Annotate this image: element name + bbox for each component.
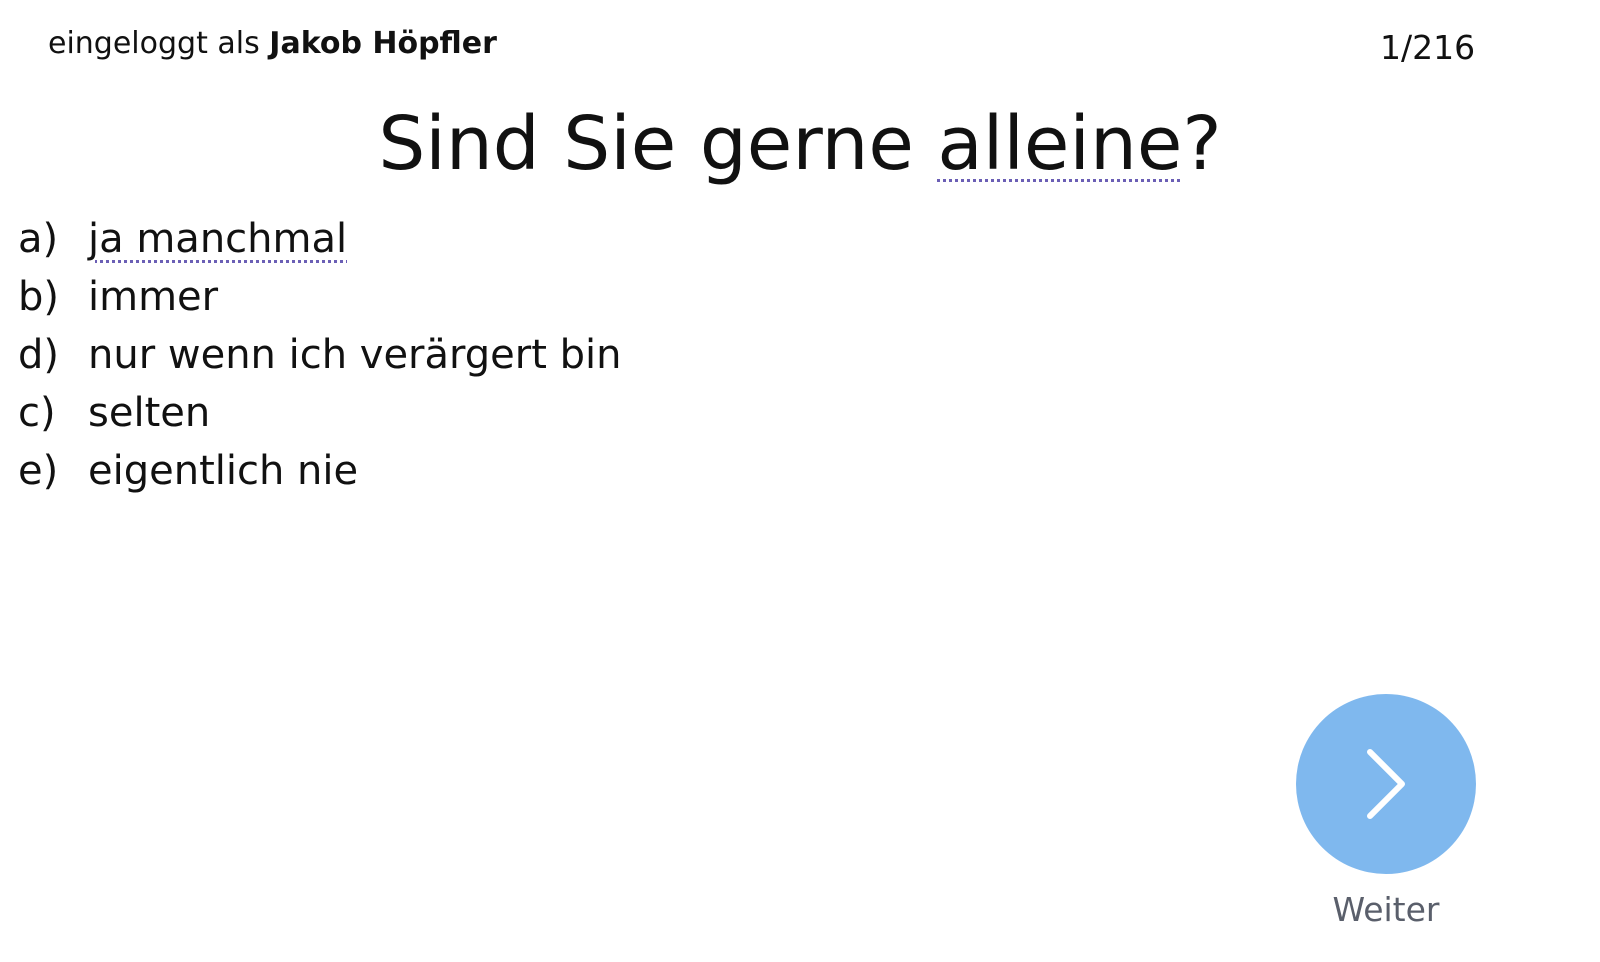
- answer-text: eigentlich nie: [88, 448, 359, 494]
- answer-option-e[interactable]: e) eigentlich nie: [18, 442, 621, 500]
- question-text-end: ?: [1182, 101, 1222, 187]
- login-status: eingeloggt als Jakob Höpfler: [48, 22, 497, 66]
- quiz-page: eingeloggt als Jakob Höpfler 1/216 Sind …: [0, 0, 1600, 962]
- answer-option-d[interactable]: d) nur wenn ich verärgert bin: [18, 326, 621, 384]
- answer-text: nur wenn ich verärgert bin: [88, 332, 622, 378]
- answer-text: selten: [88, 390, 211, 436]
- answer-letter: b): [18, 274, 59, 320]
- answer-list: a) ja manchmal b) immer d) nur wenn ich …: [18, 210, 621, 500]
- answer-letter: d): [18, 332, 59, 378]
- chevron-right-icon: [1367, 749, 1405, 819]
- answer-option-c[interactable]: c) selten: [18, 384, 621, 442]
- next-label[interactable]: Weiter: [1296, 888, 1476, 932]
- question-title: Sind Sie gerne alleine?: [0, 96, 1600, 192]
- user-name: Jakob Höpfler: [269, 26, 497, 61]
- answer-text: immer: [88, 274, 219, 320]
- answer-letter: e): [18, 448, 59, 494]
- login-prefix: eingeloggt als: [48, 26, 260, 61]
- question-underlined-word: alleine: [937, 101, 1183, 187]
- answer-option-a[interactable]: a) ja manchmal: [18, 210, 621, 268]
- answer-option-b[interactable]: b) immer: [18, 268, 621, 326]
- answer-letter: a): [18, 216, 59, 262]
- question-text-start: Sind Sie gerne: [378, 101, 938, 187]
- next-button[interactable]: [1296, 694, 1476, 874]
- progress-counter: 1/216: [1380, 28, 1476, 67]
- answer-letter: c): [18, 390, 56, 436]
- answer-text: ja manchmal: [88, 216, 348, 262]
